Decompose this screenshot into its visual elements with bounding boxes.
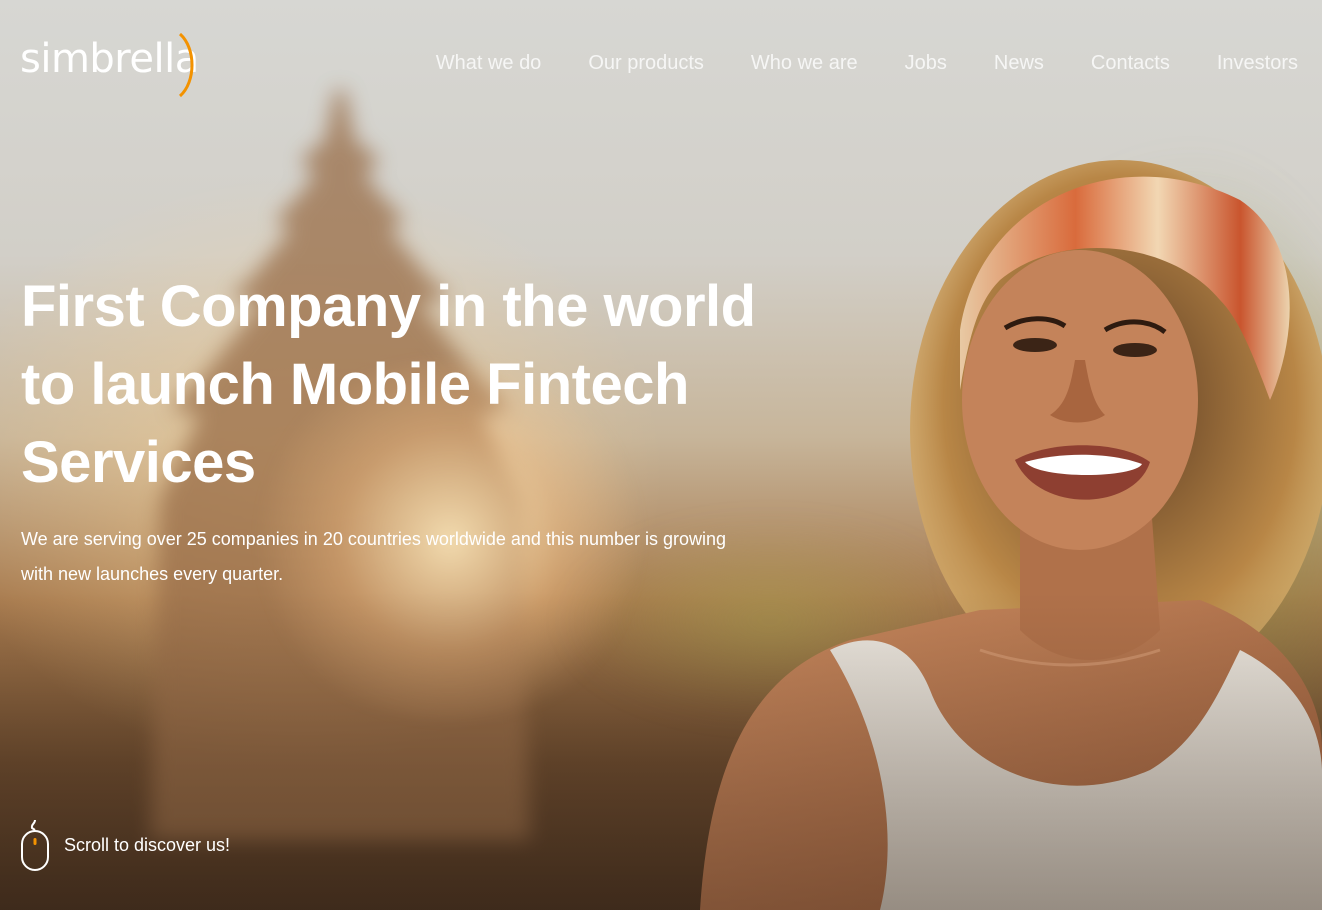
headline-line: to launch Mobile Fintech: [21, 352, 689, 417]
scroll-hint[interactable]: Scroll to discover us!: [20, 818, 230, 872]
main-navigation: What we do Our products Who we are Jobs …: [436, 52, 1298, 75]
headline-line: First Company in the world: [21, 274, 756, 339]
nav-what-we-do[interactable]: What we do: [436, 52, 542, 75]
hero-subtitle: We are serving over 25 companies in 20 c…: [21, 522, 801, 592]
brand-logo[interactable]: simbrella: [20, 30, 220, 100]
logo-signal-icon: [178, 32, 194, 98]
headline-line: Services: [21, 430, 256, 495]
hero-section: simbrella What we do Our products Who we…: [0, 0, 1322, 910]
nav-jobs[interactable]: Jobs: [905, 52, 947, 75]
nav-news[interactable]: News: [994, 52, 1044, 75]
scroll-hint-label: Scroll to discover us!: [64, 834, 231, 855]
nav-contacts[interactable]: Contacts: [1091, 52, 1170, 75]
subtitle-line: We are serving over 25 companies in 20 c…: [21, 529, 727, 549]
subtitle-line: with new launches every quarter.: [21, 564, 284, 584]
nav-our-products[interactable]: Our products: [588, 52, 704, 75]
hero-headline: First Company in the world to launch Mob…: [21, 268, 801, 502]
hero-photo-woman: [700, 160, 1322, 910]
mouse-icon: [21, 819, 49, 871]
nav-who-we-are[interactable]: Who we are: [751, 52, 858, 75]
nav-investors[interactable]: Investors: [1217, 52, 1298, 75]
